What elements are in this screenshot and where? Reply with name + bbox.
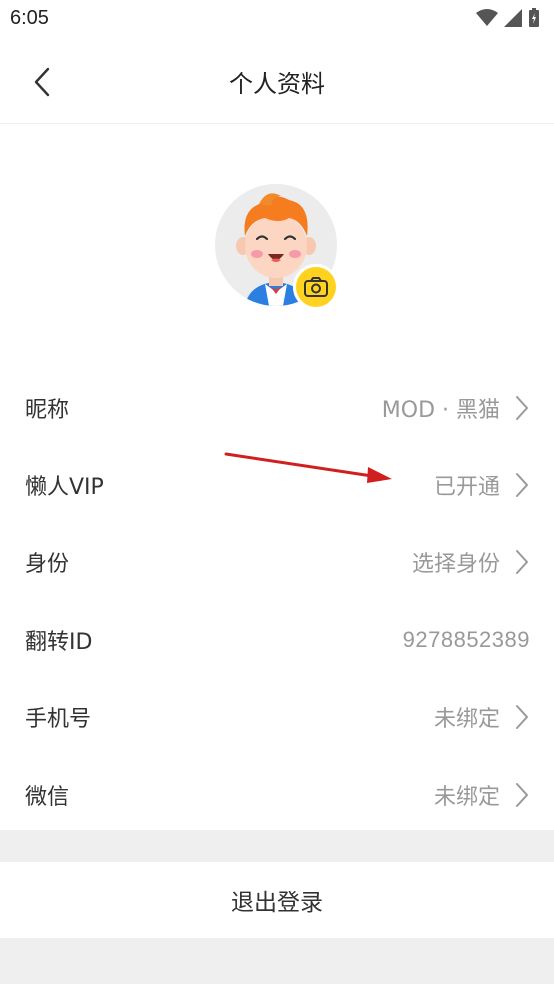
row-value: 未绑定	[433, 707, 500, 733]
camera-badge[interactable]	[293, 264, 339, 310]
row-wechat[interactable]: 微信 未绑定	[0, 756, 554, 833]
row-value: 9278852389	[402, 626, 530, 652]
chevron-right-icon	[514, 471, 530, 499]
chevron-right-icon	[514, 781, 530, 809]
row-phone[interactable]: 手机号 未绑定	[0, 679, 554, 756]
status-time: 6:05	[10, 7, 49, 29]
row-label: 昵称	[25, 397, 70, 423]
camera-icon	[304, 277, 328, 297]
row-label: 身份	[25, 552, 70, 578]
profile-list: 昵称 MOD · 黑猫 懒人VIP 已开通 身份 选择身份 翻转ID 92788…	[0, 369, 554, 833]
avatar[interactable]	[215, 184, 339, 310]
chevron-right-icon	[514, 548, 530, 576]
row-value: MOD · 黑猫	[381, 397, 500, 423]
row-identity[interactable]: 身份 选择身份	[0, 524, 554, 601]
signal-icon	[504, 9, 522, 27]
page-title: 个人资料	[229, 70, 325, 98]
wifi-icon	[476, 9, 498, 26]
bottom-spacer	[0, 938, 554, 984]
chevron-right-icon	[514, 394, 530, 422]
chevron-right-icon	[514, 703, 530, 731]
row-label: 懒人VIP	[25, 475, 104, 501]
row-nickname[interactable]: 昵称 MOD · 黑猫	[0, 369, 554, 446]
logout-button[interactable]: 退出登录	[0, 862, 554, 938]
row-label: 手机号	[25, 707, 92, 733]
row-flip-id: 翻转ID 9278852389	[0, 601, 554, 678]
section-divider	[0, 830, 554, 862]
status-icons	[476, 8, 540, 28]
row-label: 翻转ID	[25, 629, 93, 655]
row-value: 已开通	[433, 475, 500, 501]
row-value: 选择身份	[411, 552, 500, 578]
row-value: 未绑定	[433, 784, 500, 810]
status-bar: 6:05	[0, 0, 554, 40]
row-label: 微信	[25, 784, 70, 810]
battery-icon	[529, 8, 539, 27]
header: 个人资料	[0, 40, 554, 124]
row-lazy-vip[interactable]: 懒人VIP 已开通	[0, 446, 554, 523]
